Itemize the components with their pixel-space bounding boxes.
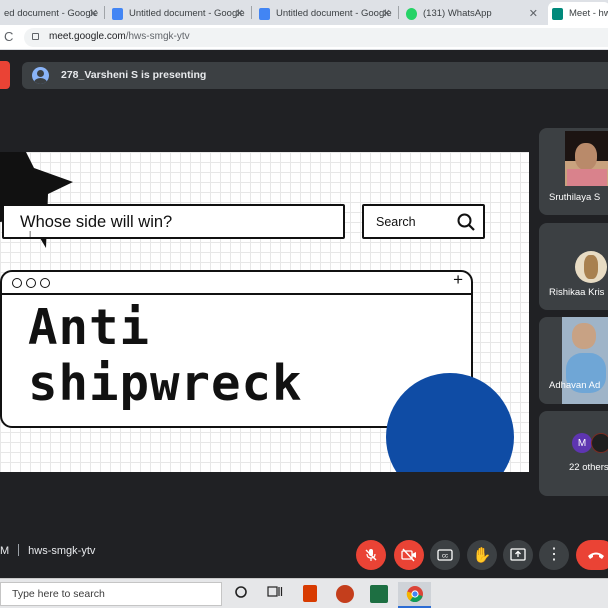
- tab-divider: [398, 6, 399, 19]
- camera-off-icon: [401, 548, 416, 562]
- question-text: Whose side will win?: [20, 213, 173, 231]
- cortana-icon[interactable]: [234, 585, 248, 599]
- meeting-code: hws-smgk-ytv: [28, 545, 96, 557]
- slide-search-box: Search: [362, 204, 485, 239]
- search-label: Search: [376, 215, 416, 229]
- close-icon[interactable]: ✕: [529, 7, 538, 20]
- reload-icon[interactable]: C: [4, 29, 13, 44]
- plus-icon: +: [453, 270, 463, 289]
- slide-title-line: shipwreck: [28, 355, 303, 412]
- captions-icon: cc: [437, 549, 453, 561]
- office-icon[interactable]: [303, 585, 317, 602]
- presenting-banner: 278_Varsheni S is presenting: [22, 62, 608, 89]
- lock-icon: [32, 33, 39, 40]
- mic-off-button[interactable]: [356, 540, 386, 570]
- more-options-button[interactable]: ⋮: [539, 540, 569, 570]
- url-field[interactable]: meet.google.com/hws-smgk-ytv: [24, 28, 608, 47]
- hand-icon: ✋: [472, 547, 492, 564]
- raise-hand-button[interactable]: ✋: [467, 540, 497, 570]
- question-box: Whose side will win?: [2, 204, 345, 239]
- url-text: meet.google.com/hws-smgk-ytv: [49, 31, 190, 42]
- address-bar: C meet.google.com/hws-smgk-ytv: [0, 25, 608, 50]
- text-cursor-icon: I: [29, 230, 32, 239]
- participant-video: [565, 131, 608, 186]
- tab-divider: [104, 6, 105, 19]
- search-placeholder: Type here to search: [12, 588, 105, 600]
- window-title-bar: +: [2, 270, 471, 295]
- excel-icon[interactable]: [370, 585, 388, 603]
- others-count: 22 others: [569, 462, 608, 473]
- participant-tile[interactable]: Sruthilaya S: [539, 128, 608, 215]
- participant-name: Rishikaa Kris: [549, 287, 605, 298]
- browser-tab[interactable]: ed document - Google ✕: [0, 2, 104, 25]
- task-view-icon[interactable]: [267, 585, 283, 599]
- google-docs-icon: [112, 7, 123, 20]
- leave-call-button[interactable]: [576, 540, 608, 570]
- tab-title: Meet - hw: [569, 8, 608, 19]
- meeting-time: M: [0, 545, 10, 557]
- recording-indicator[interactable]: [0, 61, 10, 89]
- avatar-icon: [32, 67, 49, 84]
- participant-tile[interactable]: Adhavan Ad: [539, 317, 608, 404]
- svg-text:cc: cc: [442, 554, 448, 560]
- avatar: M: [572, 433, 592, 453]
- window-dot-icon: [40, 278, 50, 288]
- present-button[interactable]: [503, 540, 533, 570]
- chrome-icon[interactable]: [406, 585, 424, 603]
- tab-divider: [251, 6, 252, 19]
- browser-tab[interactable]: Untitled document - Google ✕: [108, 2, 250, 25]
- close-icon[interactable]: ✕: [382, 7, 391, 20]
- google-meet-icon: [552, 7, 563, 20]
- window-dot-icon: [12, 278, 22, 288]
- camera-off-button[interactable]: [394, 540, 424, 570]
- meeting-details: Mhws-smgk-ytv: [0, 544, 95, 557]
- window-dot-icon: [26, 278, 36, 288]
- taskbar-search-input[interactable]: Type here to search: [0, 582, 222, 606]
- whatsapp-icon: [406, 7, 417, 20]
- powerpoint-icon[interactable]: [336, 585, 354, 603]
- slide-title-line: Anti: [28, 299, 151, 356]
- shared-slide: Whose side will win? I Search + Anti shi…: [0, 152, 529, 472]
- browser-tab-active[interactable]: Meet - hw: [548, 2, 608, 25]
- mic-off-icon: [365, 549, 377, 561]
- browser-tab[interactable]: (131) WhatsApp ✕: [402, 2, 544, 25]
- tab-title: (131) WhatsApp: [423, 8, 492, 19]
- taskbar: Type here to search: [0, 578, 608, 608]
- more-vert-icon: ⋮: [546, 546, 562, 563]
- search-icon: [457, 213, 475, 231]
- tab-title: Untitled document - Google: [129, 8, 245, 19]
- avatar: [591, 433, 608, 453]
- browser-tab[interactable]: Untitled document - Google ✕: [255, 2, 397, 25]
- close-icon[interactable]: ✕: [89, 7, 98, 20]
- participant-name: Adhavan Ad: [549, 380, 601, 391]
- slide-title: Anti shipwreck: [28, 300, 303, 412]
- meet-window: 278_Varsheni S is presenting Whose side …: [0, 51, 608, 578]
- phone-hangup-icon: [588, 552, 604, 559]
- avatar: [575, 251, 607, 283]
- participant-name: Sruthilaya S: [549, 192, 601, 203]
- google-docs-icon: [259, 7, 270, 20]
- presenting-text: 278_Varsheni S is presenting: [61, 69, 207, 81]
- tab-title: Untitled document - Google: [276, 8, 392, 19]
- browser-tab-strip: ed document - Google ✕ Untitled document…: [0, 0, 608, 25]
- tab-title: ed document - Google: [4, 8, 99, 19]
- close-icon[interactable]: ✕: [235, 7, 244, 20]
- present-screen-icon: [510, 548, 526, 561]
- captions-button[interactable]: cc: [430, 540, 460, 570]
- participant-tile[interactable]: Rishikaa Kris: [539, 223, 608, 310]
- others-tile[interactable]: M 22 others: [539, 411, 608, 496]
